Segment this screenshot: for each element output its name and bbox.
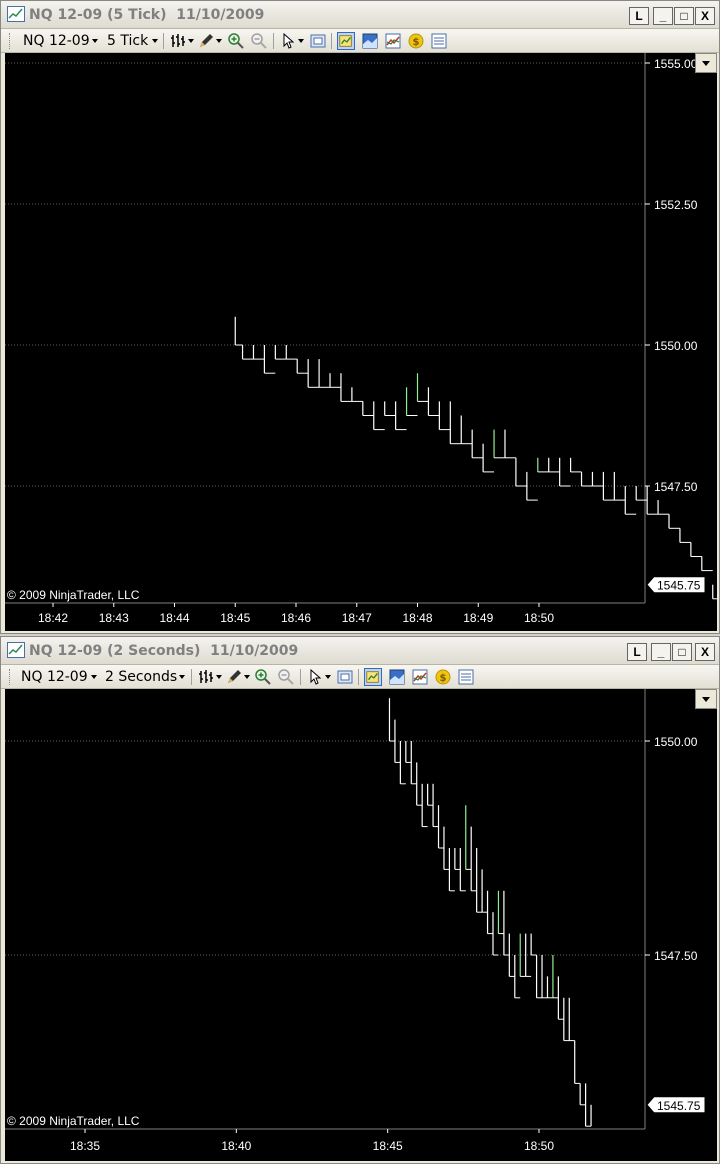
strategy-icon[interactable]: $ (434, 668, 452, 686)
time-tick-label: 18:35 (70, 1139, 100, 1153)
chart-properties-icon[interactable] (388, 668, 406, 686)
zoom-in-icon[interactable] (254, 668, 272, 686)
time-tick-label: 18:47 (342, 611, 372, 625)
cursor-icon[interactable] (279, 32, 297, 50)
time-tick-label: 18:49 (463, 611, 493, 625)
copyright-label: © 2009 NinjaTrader, LLC (7, 1114, 140, 1128)
chevron-down-icon[interactable] (188, 39, 194, 43)
chevron-down-icon[interactable] (152, 39, 158, 43)
time-tick-label: 18:48 (402, 611, 432, 625)
zoom-in-icon[interactable] (227, 32, 245, 50)
last-price-marker: 1545.75 (646, 1096, 706, 1114)
copyright-label: © 2009 NinjaTrader, LLC (7, 588, 140, 602)
order-list-icon[interactable] (430, 32, 448, 50)
indicators-icon[interactable] (411, 668, 429, 686)
chevron-down-icon[interactable] (325, 675, 331, 679)
toolbar-grip[interactable] (9, 669, 12, 685)
last-price-label: 1545.75 (657, 1099, 701, 1113)
price-chart-panel[interactable]: 1550.00 1547.50 18:35 18:40 18:45 18:50 © 2009… (5, 689, 717, 1161)
chart-window-icon (7, 642, 25, 658)
time-tick-label: 18:50 (524, 1139, 554, 1153)
zoom-out-icon[interactable] (250, 32, 268, 50)
price-tick-label: 1552.50 (654, 198, 698, 212)
chevron-down-icon[interactable] (244, 675, 250, 679)
time-tick-label: 18:46 (281, 611, 311, 625)
toolbar-separator (331, 33, 332, 49)
title-bar[interactable]: NQ 12-09 (2 Seconds) 11/10/2009 L _ □ X (1, 637, 719, 665)
chevron-down-icon[interactable] (92, 39, 98, 43)
snapshot-icon[interactable] (309, 32, 327, 50)
draw-tool-icon[interactable] (197, 32, 215, 50)
price-tick-label: 1550.00 (654, 339, 698, 353)
time-tick-label: 18:42 (38, 611, 68, 625)
bar-type-icon[interactable] (197, 668, 215, 686)
scroll-down-button[interactable] (695, 689, 717, 709)
title-bar[interactable]: NQ 12-09 (5 Tick) 11/10/2009 L _ □ X (1, 1, 719, 29)
indicators-icon[interactable] (384, 32, 402, 50)
chart-window-icon (7, 6, 25, 22)
scroll-down-button[interactable] (695, 53, 717, 73)
price-chart[interactable]: 1555.00 1552.50 1550.00 1547.50 18:42 18:43 18… (5, 53, 717, 631)
close-button[interactable]: X (695, 643, 715, 661)
time-tick-label: 18:40 (221, 1139, 251, 1153)
strategy-icon[interactable]: $ (407, 32, 425, 50)
chevron-down-icon[interactable] (216, 675, 222, 679)
instrument-selector[interactable]: NQ 12-09 (23, 33, 90, 49)
price-tick-label: 1547.50 (654, 949, 698, 963)
minimize-button[interactable]: _ (653, 7, 673, 25)
toolbar-separator (191, 669, 192, 685)
link-button[interactable]: L (627, 643, 647, 661)
chart-window-5-tick: NQ 12-09 (5 Tick) 11/10/2009 L _ □ X NQ … (0, 0, 720, 634)
svg-text:$: $ (440, 673, 447, 684)
maximize-button[interactable]: □ (672, 643, 692, 661)
time-tick-label: 18:43 (99, 611, 129, 625)
toolbar-grip[interactable] (9, 33, 12, 49)
time-tick-label: 18:50 (524, 611, 554, 625)
time-tick-label: 18:45 (220, 611, 250, 625)
chevron-down-icon[interactable] (179, 675, 185, 679)
chevron-down-icon[interactable] (298, 39, 304, 43)
maximize-button[interactable]: □ (674, 7, 694, 25)
draw-tool-icon[interactable] (225, 668, 243, 686)
period-selector[interactable]: 5 Tick (107, 33, 148, 49)
cursor-icon[interactable] (306, 668, 324, 686)
chart-toolbar: NQ 12-09 5 Tick $ (1, 29, 719, 53)
toolbar-separator (273, 33, 274, 49)
chart-window-2-seconds: NQ 12-09 (2 Seconds) 11/10/2009 L _ □ X … (0, 636, 720, 1164)
zoom-out-icon[interactable] (277, 668, 295, 686)
instrument-selector[interactable]: NQ 12-09 (21, 669, 88, 685)
chevron-down-icon (702, 697, 710, 702)
price-tick-label: 1547.50 (654, 480, 698, 494)
chevron-down-icon (702, 61, 710, 66)
chevron-down-icon[interactable] (216, 39, 222, 43)
price-tick-label: 1555.00 (654, 57, 698, 71)
toolbar-separator (163, 33, 164, 49)
window-title: NQ 12-09 (2 Seconds) 11/10/2009 (29, 643, 299, 659)
order-list-icon[interactable] (457, 668, 475, 686)
price-chart[interactable]: 1550.00 1547.50 18:35 18:40 18:45 18:50 © 2009… (5, 689, 717, 1161)
toolbar-separator (300, 669, 301, 685)
snapshot-icon[interactable] (336, 668, 354, 686)
period-selector[interactable]: 2 Seconds (105, 669, 177, 685)
chevron-down-icon[interactable] (91, 675, 97, 679)
price-chart-panel[interactable]: 1555.00 1552.50 1550.00 1547.50 18:42 18:43 18… (5, 53, 717, 631)
last-price-label: 1545.75 (657, 579, 701, 593)
link-button[interactable]: L (629, 7, 649, 25)
window-title: NQ 12-09 (5 Tick) 11/10/2009 (29, 7, 265, 23)
data-box-icon[interactable] (364, 668, 382, 686)
last-price-marker: 1545.75 (646, 576, 706, 594)
data-box-icon[interactable] (337, 32, 355, 50)
time-tick-label: 18:45 (373, 1139, 403, 1153)
price-tick-label: 1550.00 (654, 735, 698, 749)
minimize-button[interactable]: _ (651, 643, 671, 661)
chart-toolbar: NQ 12-09 2 Seconds $ (1, 665, 719, 689)
close-button[interactable]: X (695, 7, 715, 25)
time-tick-label: 18:44 (159, 611, 189, 625)
chart-properties-icon[interactable] (361, 32, 379, 50)
toolbar-separator (358, 669, 359, 685)
bar-type-icon[interactable] (169, 32, 187, 50)
svg-text:$: $ (413, 37, 420, 48)
